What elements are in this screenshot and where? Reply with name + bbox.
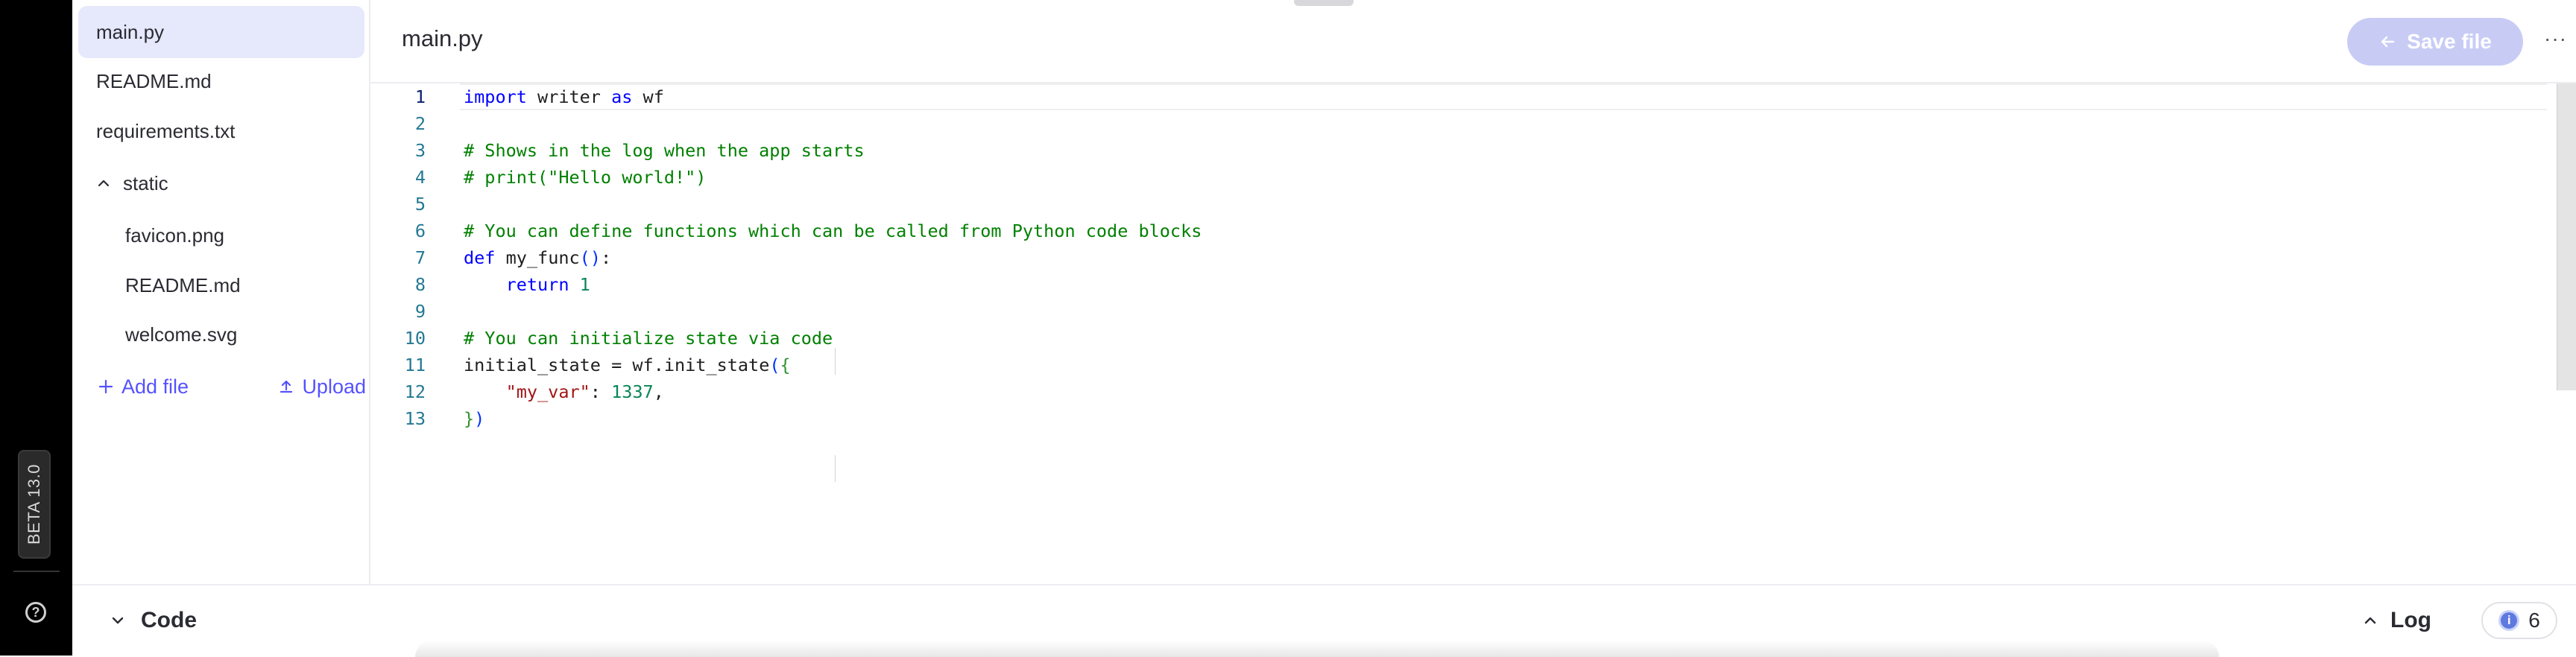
code-line: 4 # print("Hello world!") [370, 164, 707, 191]
line-content: # You can initialize state via code [464, 328, 833, 349]
upload-icon [280, 380, 293, 393]
line-content: # print("Hello world!") [464, 167, 707, 188]
file-item-label: requirements.txt [96, 119, 236, 142]
line-content: "my_var": 1337, [505, 381, 664, 402]
file-item-welcome-svg[interactable]: welcome.svg [78, 308, 364, 361]
version-badge: BETA 13.0 [18, 450, 51, 559]
code-line: 8 return 1 [370, 271, 590, 298]
panel-shadow [415, 641, 2219, 657]
line-number: 2 [414, 113, 426, 134]
file-item-main-py[interactable]: main.py [78, 6, 364, 58]
save-file-button[interactable]: Save file [2347, 18, 2523, 66]
code-line: 2 [370, 110, 464, 137]
plus-icon [98, 379, 113, 394]
code-editor[interactable]: 1 import writer as wf 2 3 # Shows in the log… [370, 83, 2576, 584]
file-item-label: main.py [96, 20, 165, 43]
line-number: 3 [414, 140, 426, 161]
file-item-label: favicon.png [125, 223, 224, 247]
line-content: initial_state = wf.init_state({ [464, 355, 791, 375]
file-item-static-readme[interactable]: README.md [78, 259, 364, 311]
code-line: 3 # Shows in the log when the app starts [370, 137, 865, 164]
line-number: 9 [414, 301, 426, 322]
line-content: # Shows in the log when the app starts [464, 140, 865, 161]
save-file-label: Save file [2407, 30, 2492, 53]
code-line: 5 [370, 191, 464, 218]
folder-label: static [123, 171, 168, 194]
file-item-readme[interactable]: README.md [78, 55, 364, 107]
line-content: return 1 [505, 274, 590, 295]
code-line: 7 def my_func(): [370, 244, 611, 271]
app-rail: BETA 13.0 ? [0, 0, 72, 656]
file-item-favicon[interactable]: favicon.png [78, 209, 364, 261]
line-number: 7 [414, 247, 426, 268]
line-number: 8 [414, 274, 426, 295]
file-item-label: README.md [125, 273, 241, 296]
arrow-left-icon [2381, 36, 2395, 48]
indent-guide [835, 455, 836, 482]
file-item-label: welcome.svg [125, 323, 238, 346]
line-content: }) [464, 408, 485, 429]
line-content: # You can define functions which can be … [464, 220, 1202, 241]
upload-button[interactable]: Upload [278, 375, 366, 399]
code-line: 11 initial_state = wf.init_state({ [370, 352, 791, 378]
file-sidebar: main.py README.md requirements.txt stati… [72, 0, 370, 584]
file-item-label: README.md [96, 69, 212, 92]
code-line: 9 [370, 298, 464, 325]
code-line: 12 "my_var": 1337, [370, 378, 664, 405]
add-file-button[interactable]: Add file [98, 375, 189, 399]
version-badge-label: BETA 13.0 [25, 463, 44, 545]
bottom-bar: Code Log i 6 [72, 584, 2576, 657]
editor-title: main.py [402, 25, 483, 51]
folder-static[interactable]: static [78, 157, 364, 209]
vertical-scrollbar[interactable] [2557, 83, 2576, 390]
code-line: 1 import writer as wf [370, 83, 664, 110]
line-number: 10 [404, 328, 426, 349]
info-icon: i [2498, 610, 2520, 631]
upload-label: Upload [302, 375, 366, 398]
log-panel-label: Log [2390, 608, 2431, 632]
indent-guide [835, 348, 836, 375]
code-line: 10 # You can initialize state via code [370, 325, 833, 352]
log-panel-toggle[interactable]: Log [2362, 608, 2431, 633]
line-number: 5 [414, 194, 426, 215]
line-number: 1 [414, 86, 426, 107]
line-content: import writer as wf [464, 86, 664, 107]
code-line: 6 # You can define functions which can be… [370, 218, 1202, 244]
sidebar-actions: Add file Upload [98, 368, 366, 405]
line-content: def my_func(): [464, 247, 612, 268]
code-panel-label: Code [141, 608, 197, 632]
rail-divider [13, 571, 60, 572]
current-line-highlight [460, 83, 2547, 110]
code-line: 13}) [370, 405, 485, 432]
file-item-requirements[interactable]: requirements.txt [78, 105, 364, 157]
more-options-button[interactable]: ··· [2544, 27, 2567, 51]
log-count-badge[interactable]: i 6 [2481, 602, 2557, 639]
code-panel-toggle[interactable]: Code [110, 608, 197, 633]
help-icon[interactable]: ? [25, 602, 46, 623]
line-number: 12 [404, 381, 426, 402]
log-count-value: 6 [2528, 609, 2540, 632]
editor-header: main.py Save file ··· [370, 0, 2576, 83]
line-number: 6 [414, 220, 426, 241]
line-number: 4 [414, 167, 426, 188]
add-file-label: Add file [121, 375, 189, 398]
chevron-up-icon [2364, 617, 2376, 624]
line-number: 11 [404, 355, 426, 375]
chevron-down-icon [112, 617, 124, 624]
chevron-up-icon [98, 180, 110, 187]
line-number: 13 [404, 408, 426, 429]
